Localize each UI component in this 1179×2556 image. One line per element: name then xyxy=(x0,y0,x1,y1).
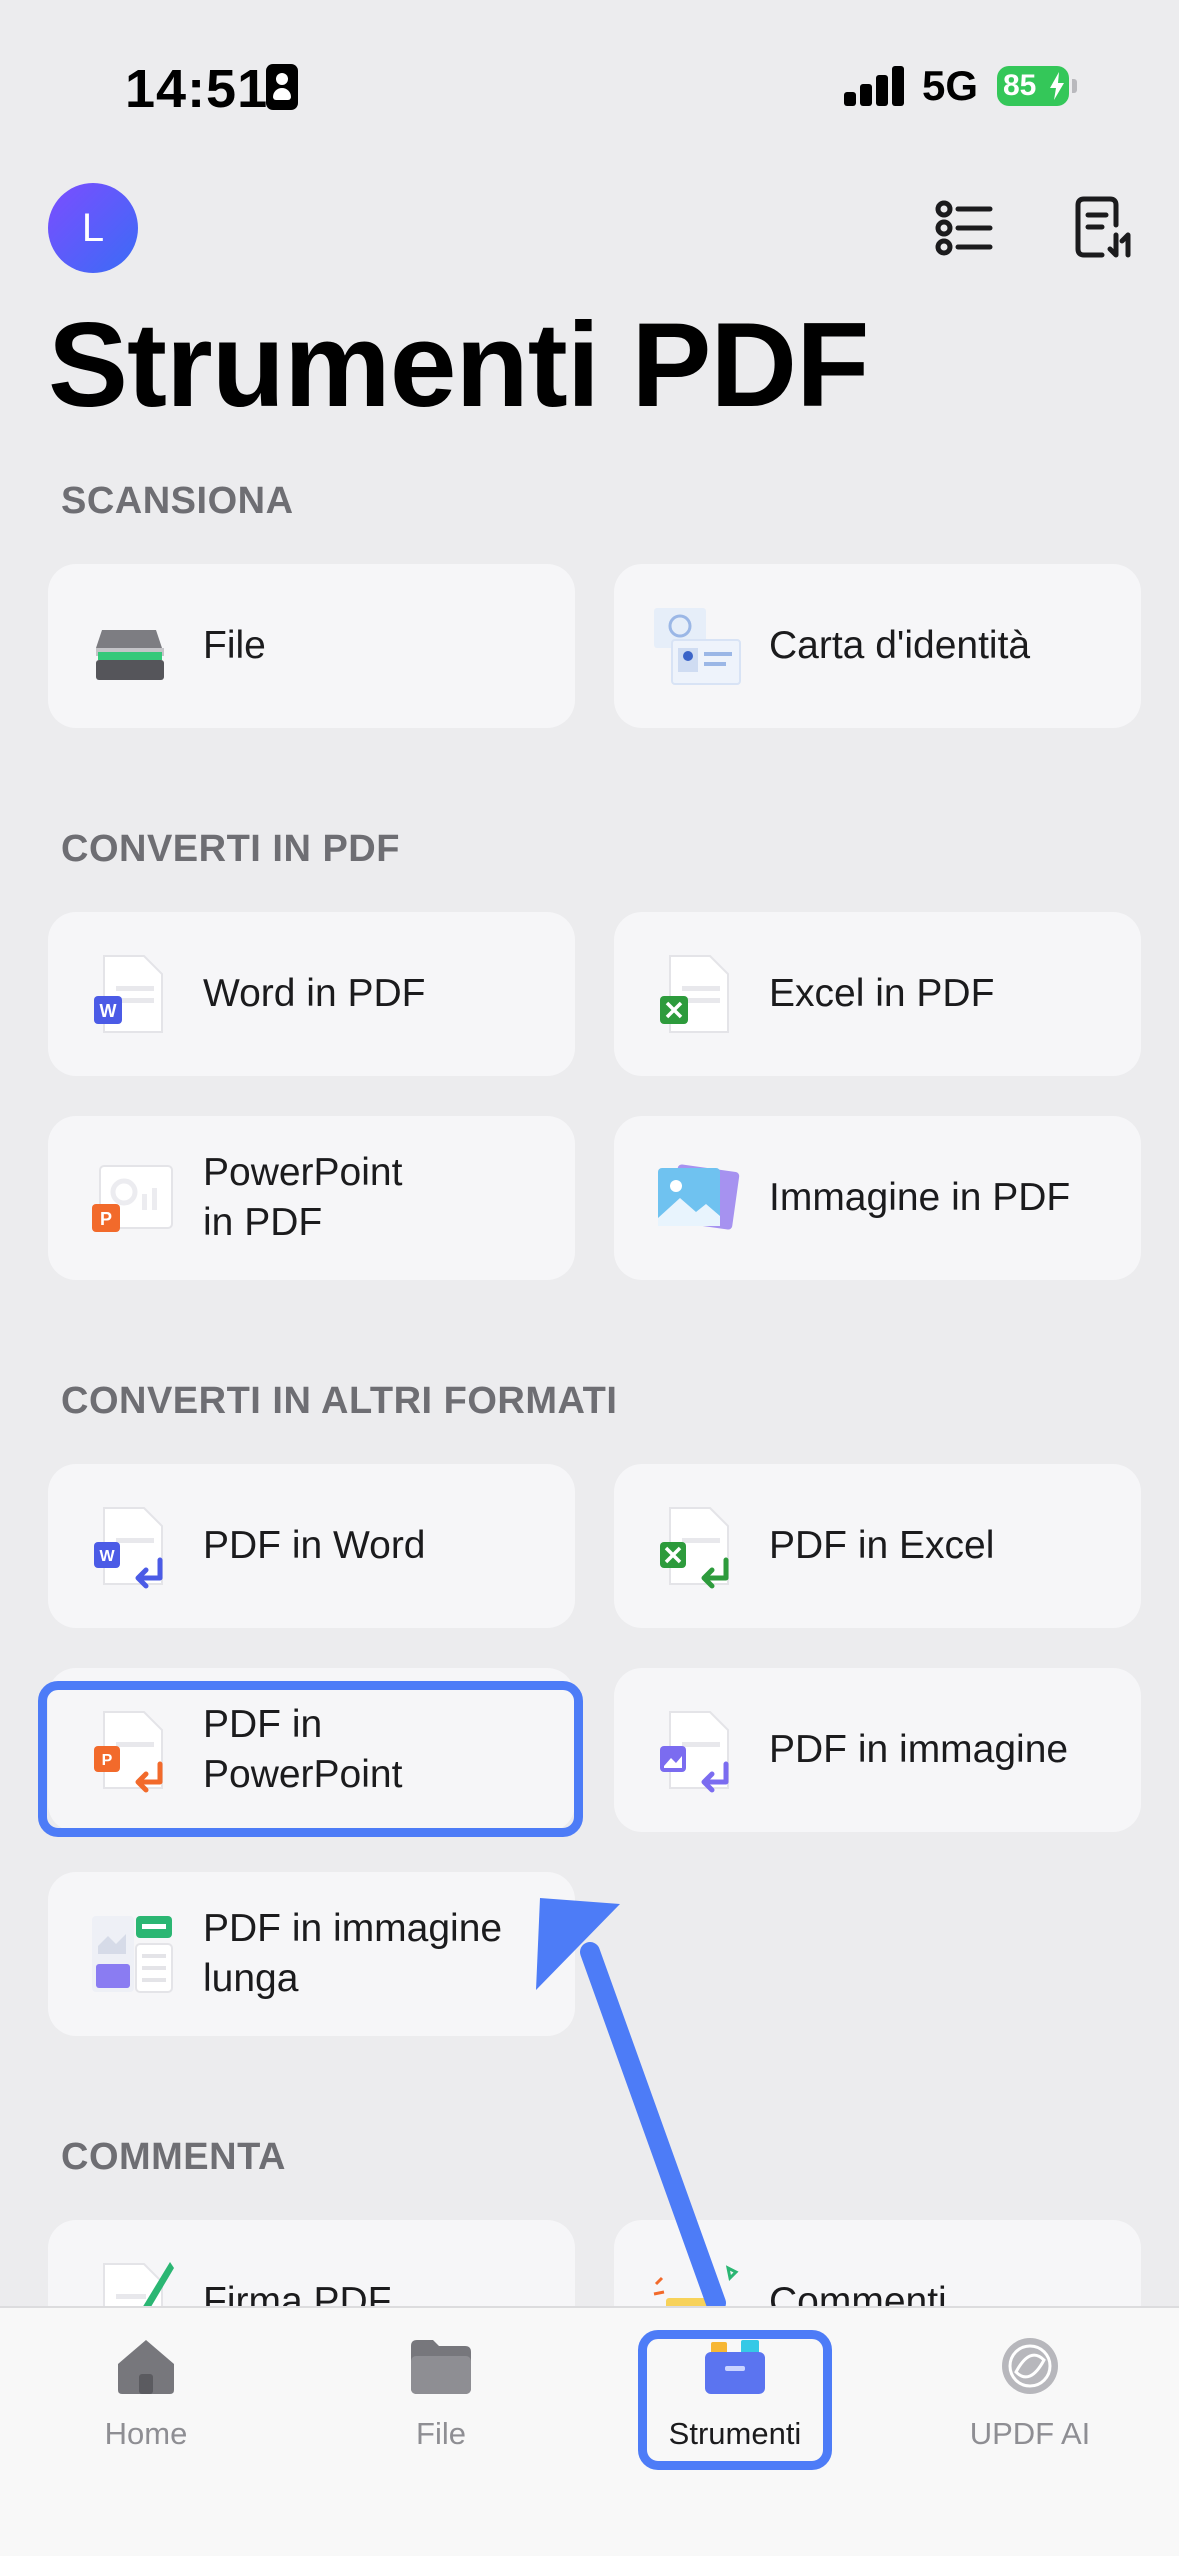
tool-pdf-to-word[interactable]: W PDF in Word xyxy=(48,1464,575,1628)
battery-icon: 85 xyxy=(997,66,1077,106)
status-time: 14:51 xyxy=(125,59,269,119)
tool-powerpoint-to-pdf[interactable]: P PowerPoint in PDF xyxy=(48,1116,575,1280)
tool-label: File xyxy=(203,624,266,667)
tab-highlight-box xyxy=(638,2330,832,2470)
sort-files-button[interactable] xyxy=(1072,195,1138,261)
document-sort-icon xyxy=(1075,196,1131,258)
home-icon xyxy=(118,2340,174,2394)
pdf-to-word-icon: W xyxy=(94,1507,163,1589)
tool-excel-to-pdf[interactable]: Excel in PDF xyxy=(614,912,1141,1076)
highlight-box xyxy=(38,1681,583,1837)
tool-label: PDF in immagine xyxy=(769,1728,1069,1771)
excel-doc-icon xyxy=(660,955,729,1033)
tool-label: PDF in Excel xyxy=(769,1524,995,1567)
list-view-button[interactable] xyxy=(932,195,998,261)
tool-label: PDF in Word xyxy=(203,1524,426,1567)
tool-label: Carta d'identità xyxy=(769,624,1031,667)
ai-swirl-icon xyxy=(1002,2338,1058,2394)
tab-home[interactable]: Home xyxy=(36,2306,256,2466)
pdf-to-excel-icon xyxy=(660,1507,729,1589)
battery-level: 85 xyxy=(1003,69,1037,102)
page-title: Strumenti PDF xyxy=(48,298,869,432)
focus-mode-icon xyxy=(266,64,298,110)
svg-text:W: W xyxy=(100,1001,117,1021)
id-card-icon xyxy=(654,608,741,685)
tool-label: PDF in immagine lunga xyxy=(203,1907,503,2000)
powerpoint-doc-icon: P xyxy=(92,1165,173,1232)
tool-label: Excel in PDF xyxy=(769,972,995,1015)
tab-file[interactable]: File xyxy=(331,2306,551,2466)
tool-image-to-pdf[interactable]: Immagine in PDF xyxy=(614,1116,1141,1280)
tab-label: UPDF AI xyxy=(969,2416,1091,2451)
list-icon xyxy=(935,200,993,256)
charging-bolt-icon xyxy=(1050,72,1064,100)
section-header-comment: COMMENTA xyxy=(61,2136,286,2178)
tool-pdf-to-long-image[interactable]: PDF in immagine lunga xyxy=(48,1872,575,2036)
folder-icon xyxy=(411,2340,471,2394)
tool-label: PowerPoint in PDF xyxy=(203,1151,403,1244)
section-header-scan: SCANSIONA xyxy=(61,480,294,522)
cellular-signal-icon xyxy=(844,66,906,106)
section-header-convert-to-other: CONVERTI IN ALTRI FORMATI xyxy=(61,1380,618,1422)
image-stack-icon xyxy=(658,1164,740,1230)
section-header-convert-to-pdf: CONVERTI IN PDF xyxy=(61,828,400,870)
tool-scan-id-card[interactable]: Carta d'identità xyxy=(614,564,1141,728)
tool-label: Word in PDF xyxy=(203,972,426,1015)
pdf-to-long-image-icon xyxy=(92,1916,173,1993)
scanner-icon xyxy=(96,630,164,680)
status-bar: 14:51 5G 85 xyxy=(0,0,1179,175)
word-doc-icon: W xyxy=(94,955,163,1033)
network-type: 5G xyxy=(922,62,979,109)
tool-label: Immagine in PDF xyxy=(769,1176,1071,1219)
tab-label: File xyxy=(416,2416,466,2451)
avatar[interactable]: L xyxy=(48,183,138,273)
tool-pdf-to-excel[interactable]: PDF in Excel xyxy=(614,1464,1141,1628)
tool-scan-file[interactable]: File xyxy=(48,564,575,728)
pdf-to-image-icon xyxy=(660,1711,729,1793)
svg-text:P: P xyxy=(100,1209,112,1229)
tab-updf-ai[interactable]: UPDF AI xyxy=(920,2306,1140,2466)
tool-word-to-pdf[interactable]: W Word in PDF xyxy=(48,912,575,1076)
svg-text:W: W xyxy=(99,1548,115,1565)
tool-pdf-to-image[interactable]: PDF in immagine xyxy=(614,1668,1141,1832)
tab-label: Home xyxy=(104,2416,188,2451)
